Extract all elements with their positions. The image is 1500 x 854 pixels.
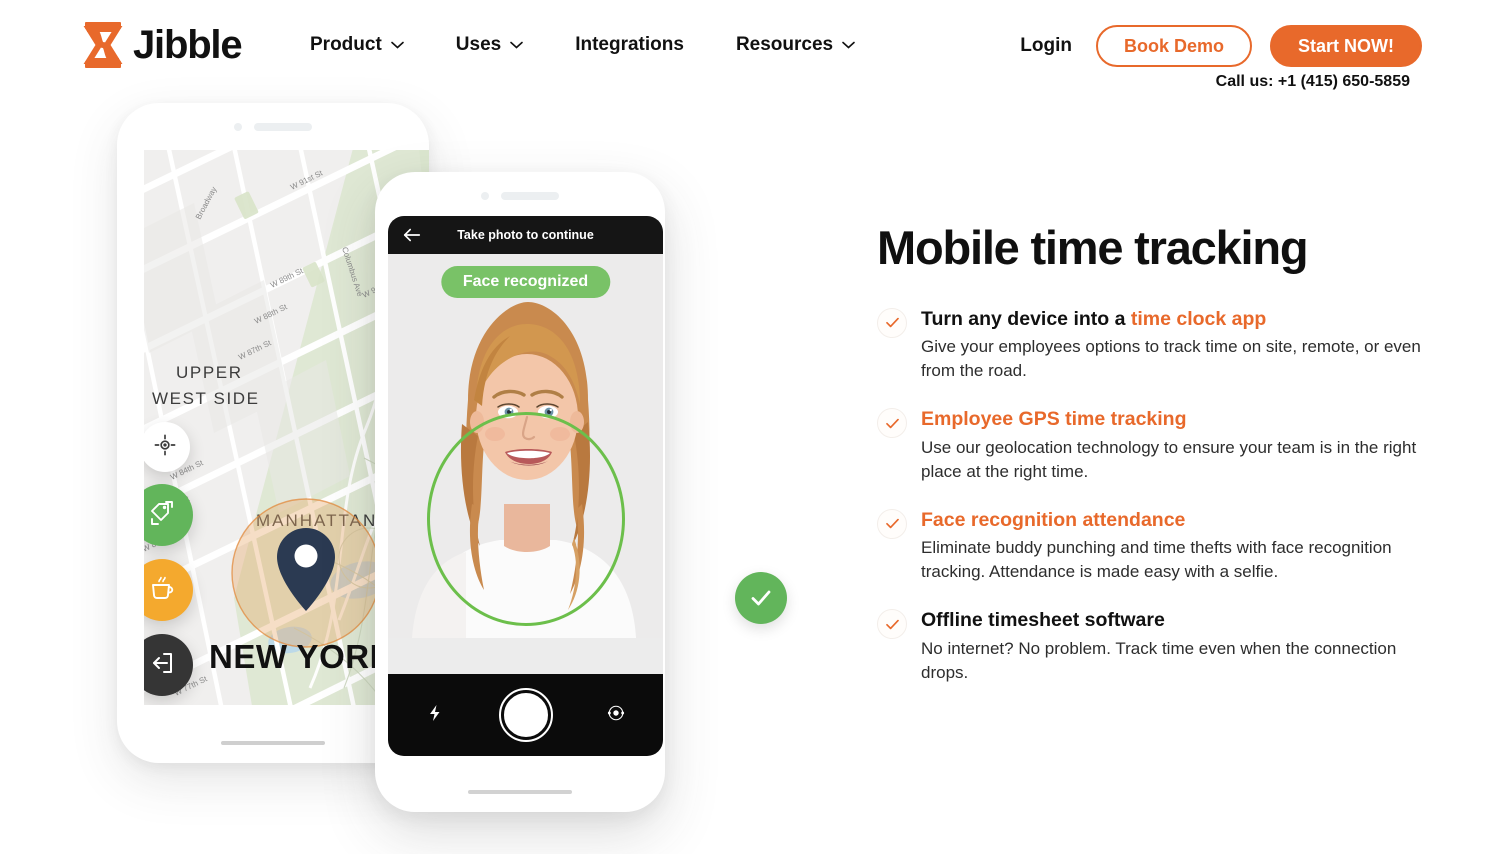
nav-item-resources[interactable]: Resources [736,30,855,60]
chevron-down-icon [510,41,524,49]
nav-label: Product [310,34,382,55]
feature-description: No internet? No problem. Track time even… [921,638,1397,682]
camera-phone-mockup: Take photo to continue Face recognized [375,172,665,812]
home-indicator [468,790,572,794]
feature-title: Turn any device into a time clock app [921,307,1422,332]
district-label-line1: UPPER [176,363,243,382]
feature-title-highlight[interactable]: time clock app [1131,308,1266,330]
feature-description: Use our geolocation technology to ensure… [921,437,1417,481]
check-icon [877,408,907,439]
camera-screen[interactable]: Take photo to continue Face recognized [388,216,663,756]
landing-page: Jibble Product Uses Integrations Resourc… [0,0,1500,854]
jibble-hourglass-icon [83,22,123,68]
header-actions: Login Book Demo Start NOW! [1020,25,1422,67]
check-icon [877,307,907,338]
feature-title-plain: Turn any device into a [921,307,1131,330]
site-header: Jibble Product Uses Integrations Resourc… [0,0,1500,100]
face-detection-ring [426,412,625,626]
hero-illustration: Broadway W 91st St W 89th St W 88th St W… [0,95,787,835]
crosshair-icon [154,434,176,461]
nav-label: Uses [455,34,502,55]
logo[interactable]: Jibble [83,22,243,68]
page-title: Mobile time tracking [877,221,1309,274]
front-camera-icon [234,123,242,131]
arrow-left-icon[interactable] [402,225,422,245]
shutter-button[interactable] [498,688,553,742]
main-nav: Product Uses Integrations Resources [310,30,907,60]
city-label: NEW YORK [209,638,394,675]
feature-description: Eliminate buddy punching and time thefts… [921,538,1392,582]
nav-item-uses[interactable]: Uses [455,30,524,60]
feature-item: Offline timesheet software No internet? … [877,608,1422,685]
status-badge-face-recognized: Face recognized [440,266,611,298]
phone-notch [117,123,429,131]
district-label-line2: WEST SIDE [152,389,260,408]
feature-title: Offline timesheet software [921,609,1165,632]
feature-description: Give your employees options to track tim… [921,336,1421,381]
tag-switch-icon [147,498,177,533]
feature-body: Offline timesheet software No internet? … [921,608,1422,685]
book-demo-button[interactable]: Book Demo [1095,25,1252,67]
phone-notch [375,192,665,200]
check-icon [877,508,907,539]
start-now-button[interactable]: Start NOW! [1270,25,1422,67]
nav-label: Integrations [575,34,684,55]
home-indicator [221,741,325,745]
exit-arrow-icon [147,648,177,683]
feature-body: Employee GPS time tracking Use our geolo… [921,407,1422,484]
coffee-cup-icon [147,573,177,608]
feature-item: Face recognition attendance Eliminate bu… [877,508,1422,585]
feature-body: Face recognition attendance Eliminate bu… [921,508,1422,585]
check-icon [877,609,907,640]
camera-title: Take photo to continue [457,228,594,242]
feature-title[interactable]: Employee GPS time tracking [921,407,1422,432]
logo-text: Jibble [133,23,243,67]
chevron-down-icon [842,41,855,49]
earpiece-speaker [501,192,559,200]
feature-item: Turn any device into a time clock app Gi… [877,307,1422,384]
call-us-text[interactable]: Call us: +1 (415) 650-5859 [1216,73,1410,91]
lightning-bolt-icon[interactable] [426,704,444,727]
login-link[interactable]: Login [1020,35,1072,57]
feature-title[interactable]: Face recognition attendance [921,508,1422,533]
camera-controls [388,674,663,756]
camera-top-bar: Take photo to continue [388,216,663,254]
front-camera-icon [481,192,489,200]
chevron-down-icon [390,41,404,49]
check-circle-icon [735,572,787,624]
feature-item: Employee GPS time tracking Use our geolo… [877,407,1422,484]
nav-item-integrations[interactable]: Integrations [575,30,684,60]
hero-content: Mobile time tracking Turn any device int… [877,221,1422,709]
earpiece-speaker [254,123,312,131]
nav-label: Resources [735,34,834,55]
feature-body: Turn any device into a time clock app Gi… [921,307,1422,384]
camera-flip-icon[interactable] [607,704,625,727]
nav-item-product[interactable]: Product [310,30,404,60]
